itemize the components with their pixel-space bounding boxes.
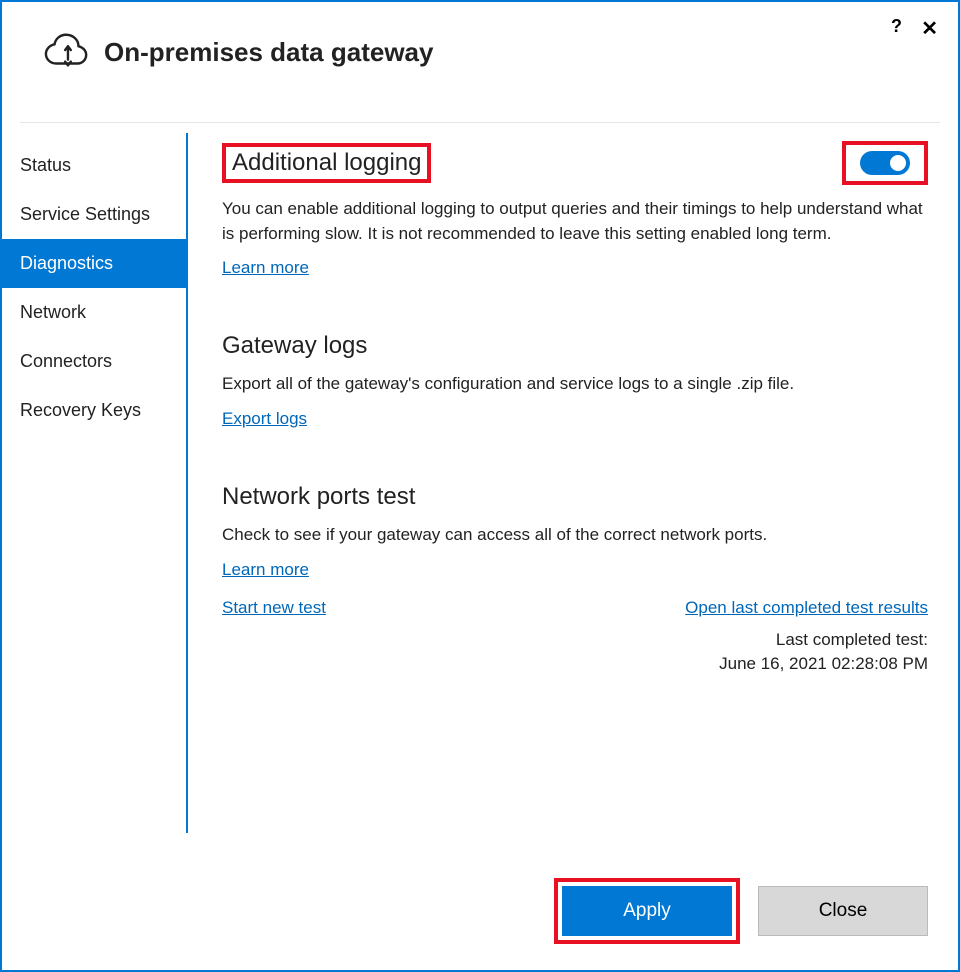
header-divider — [20, 122, 940, 123]
export-logs-link[interactable]: Export logs — [222, 409, 307, 429]
body: Status Service Settings Diagnostics Netw… — [2, 133, 958, 833]
app-title: On-premises data gateway — [104, 37, 433, 68]
close-button[interactable]: Close — [758, 886, 928, 936]
highlight-additional-logging-title: Additional logging — [222, 143, 431, 183]
learn-more-network-ports-link[interactable]: Learn more — [222, 560, 309, 580]
sidebar-item-network[interactable]: Network — [2, 288, 186, 337]
section-network-ports: Network ports test Check to see if your … — [222, 483, 928, 677]
open-last-results-link[interactable]: Open last completed test results — [685, 598, 928, 618]
last-completed-value: June 16, 2021 02:28:08 PM — [222, 652, 928, 677]
section-desc-additional-logging: You can enable additional logging to out… — [222, 197, 928, 246]
section-title-network-ports: Network ports test — [222, 483, 928, 511]
section-gateway-logs: Gateway logs Export all of the gateway's… — [222, 332, 928, 429]
titlebar: On-premises data gateway ? ✕ — [2, 2, 958, 92]
last-completed-test: Last completed test: June 16, 2021 02:28… — [222, 628, 928, 677]
section-title-gateway-logs: Gateway logs — [222, 332, 928, 360]
learn-more-additional-logging-link[interactable]: Learn more — [222, 258, 309, 278]
start-new-test-link[interactable]: Start new test — [222, 598, 326, 618]
footer-buttons: Apply Close — [554, 878, 928, 944]
sidebar-item-status[interactable]: Status — [2, 141, 186, 190]
main-content: Additional logging You can enable additi… — [188, 133, 958, 833]
highlight-toggle — [842, 141, 928, 185]
sidebar-item-service-settings[interactable]: Service Settings — [2, 190, 186, 239]
close-window-button[interactable]: ✕ — [921, 16, 938, 41]
sidebar-item-diagnostics[interactable]: Diagnostics — [2, 239, 186, 288]
sidebar: Status Service Settings Diagnostics Netw… — [2, 133, 188, 833]
last-completed-label: Last completed test: — [222, 628, 928, 653]
sidebar-item-connectors[interactable]: Connectors — [2, 337, 186, 386]
sidebar-item-recovery-keys[interactable]: Recovery Keys — [2, 386, 186, 435]
cloud-icon — [44, 32, 90, 72]
section-desc-gateway-logs: Export all of the gateway's configuratio… — [222, 372, 928, 397]
section-title-additional-logging: Additional logging — [232, 149, 421, 176]
apply-button[interactable]: Apply — [562, 886, 732, 936]
section-desc-network-ports: Check to see if your gateway can access … — [222, 523, 928, 548]
highlight-apply-button: Apply — [554, 878, 740, 944]
additional-logging-toggle[interactable] — [860, 151, 910, 175]
help-button[interactable]: ? — [891, 16, 902, 37]
section-additional-logging: Additional logging You can enable additi… — [222, 141, 928, 278]
